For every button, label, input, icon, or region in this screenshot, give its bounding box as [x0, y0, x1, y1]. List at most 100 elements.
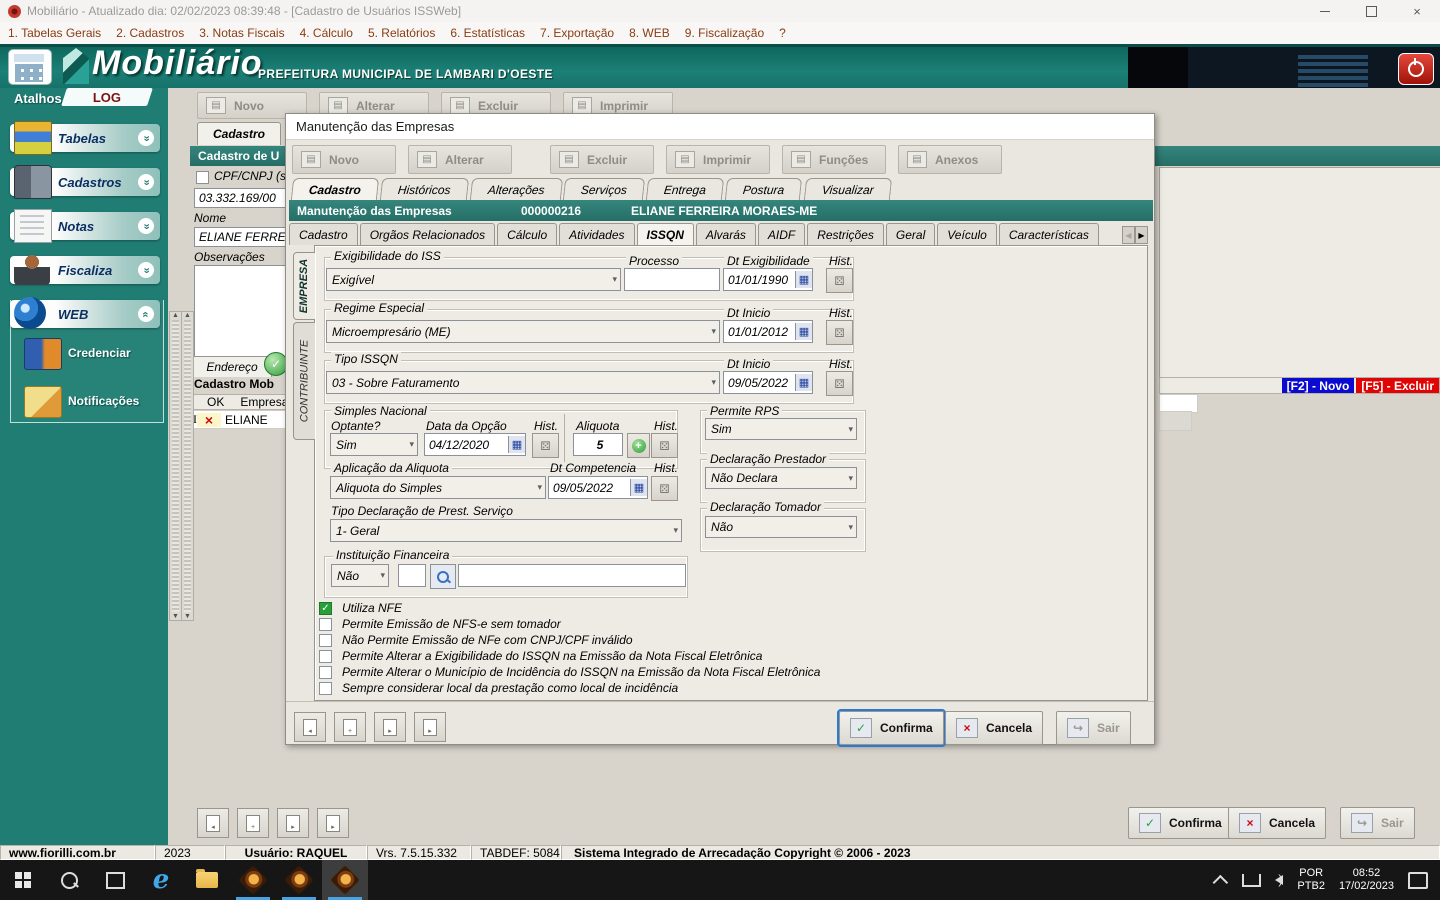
speaker-icon[interactable]	[1275, 872, 1284, 887]
outer-tab[interactable]: Postura	[725, 178, 803, 200]
sidebar-group-button[interactable]: Fiscaliza »	[10, 253, 160, 285]
calendar-icon[interactable]: ▦	[795, 271, 812, 288]
hist-button-5[interactable]: ⚄	[651, 433, 678, 458]
inner-tab[interactable]: ISSQN	[636, 223, 694, 245]
hist-button-3[interactable]: ⚄	[826, 371, 853, 396]
inner-tab[interactable]: Alvarás	[695, 223, 756, 245]
clock[interactable]: 08:52 17/02/2023	[1339, 867, 1394, 893]
menu-item[interactable]: 4. Cálculo	[300, 26, 353, 40]
checkbox-icon[interactable]: ✓	[319, 617, 332, 631]
option-checkbox-row[interactable]: ✓ Sempre considerar local da prestação c…	[319, 680, 820, 696]
checkbox-icon[interactable]: ✓	[319, 681, 332, 695]
nav-first-button[interactable]: ◂	[294, 712, 326, 742]
inner-tab[interactable]: Atividades	[559, 223, 635, 245]
decl-prestador-select[interactable]: Não Declara ▾	[705, 467, 857, 489]
language-indicator[interactable]: POR PTB2	[1297, 867, 1325, 893]
nav-next-button[interactable]: ▸	[374, 712, 406, 742]
checkbox-icon[interactable]: ✓	[319, 649, 332, 663]
calendar-icon[interactable]: ▦	[508, 436, 525, 453]
hist-button-4[interactable]: ⚄	[532, 433, 559, 458]
inst-fin-select[interactable]: Não ▾	[331, 564, 389, 587]
menu-item[interactable]: ?	[779, 26, 786, 40]
hist-button-1[interactable]: ⚄	[826, 268, 853, 293]
regime-dt-field[interactable]: 01/01/2012 ▦	[723, 320, 813, 343]
dialog-cancela-button[interactable]: × Cancela	[945, 711, 1044, 745]
observacoes-field[interactable]	[194, 265, 294, 357]
nav-last-button[interactable]: ▸	[414, 712, 446, 742]
decl-tomador-select[interactable]: Não ▾	[705, 516, 857, 538]
endereco-tab[interactable]: Endereço	[192, 356, 272, 377]
processo-field[interactable]	[624, 268, 720, 291]
sidebar-group-web-button[interactable]: WEB »	[10, 297, 160, 329]
outer-tab[interactable]: Serviços	[563, 178, 646, 200]
inst-fin-name-field[interactable]	[458, 564, 686, 587]
calendar-icon[interactable]: ▦	[630, 479, 647, 496]
start-button[interactable]	[0, 860, 46, 900]
option-checkbox-row[interactable]: ✓ Permite Alterar a Exigibilidade do ISS…	[319, 648, 820, 664]
tray-chevron-up-icon[interactable]	[1213, 874, 1229, 890]
menu-item[interactable]: 8. WEB	[629, 26, 670, 40]
dt-exigibilidade-field[interactable]: 01/01/1990 ▦	[723, 268, 813, 291]
chevron-up-icon[interactable]: »	[138, 306, 154, 322]
regime-select[interactable]: Microempresário (ME) ▾	[326, 320, 720, 343]
back-confirma-button[interactable]: ✓ Confirma	[1128, 807, 1233, 839]
inner-tab[interactable]: Restrições	[807, 223, 884, 245]
sidebar-group-button[interactable]: Cadastros »	[10, 165, 160, 199]
tab-scroll-left-icon[interactable]: ◀	[1122, 226, 1135, 244]
checkbox-icon[interactable]: ✓	[319, 601, 332, 615]
dialog-confirma-button[interactable]: ✓ Confirma	[837, 709, 946, 747]
tipo-decl-select[interactable]: 1- Geral ▾	[330, 519, 682, 542]
checkbox-icon[interactable]: ✓	[319, 633, 332, 647]
side-tab-empresa[interactable]: EMPRESA	[293, 252, 315, 320]
web-item[interactable]: Credenciar	[24, 338, 160, 370]
menu-item[interactable]: 6. Estatísticas	[450, 26, 525, 40]
inner-tab[interactable]: Cálculo	[497, 223, 558, 245]
outer-tab[interactable]: Cadastro	[290, 178, 380, 200]
web-item[interactable]: Notificações	[24, 386, 160, 418]
side-tab-contribuinte[interactable]: CONTRIBUINTE	[293, 322, 315, 440]
fiorilli-app-button-2[interactable]	[276, 860, 322, 900]
dialog-toolbar-button[interactable]: ▤ Alterar	[408, 145, 512, 174]
option-checkbox-row[interactable]: ✓ Permite Alterar o Município de Incidên…	[319, 664, 820, 680]
inner-tab[interactable]: Geral	[885, 223, 936, 245]
outer-tab[interactable]: Entrega	[646, 178, 725, 200]
fiorilli-app-button-1[interactable]	[230, 860, 276, 900]
network-icon[interactable]	[1242, 873, 1262, 887]
taskbar-search-button[interactable]	[46, 860, 92, 900]
calendar-icon[interactable]: ▦	[795, 374, 812, 391]
chevron-down-icon[interactable]: »	[138, 218, 154, 234]
grid-data-row[interactable]: I × ELIANE	[192, 410, 288, 429]
notification-center-icon[interactable]	[1408, 871, 1428, 889]
outer-tab[interactable]: Históricos	[379, 178, 469, 200]
nav-prev-button[interactable]: +	[334, 712, 366, 742]
aplicacao-select[interactable]: Aliquota do Simples ▾	[330, 476, 546, 499]
chevron-down-icon[interactable]: »	[138, 130, 154, 146]
menu-item[interactable]: 1. Tabelas Gerais	[8, 26, 101, 40]
data-opcao-field[interactable]: 04/12/2020 ▦	[424, 433, 526, 456]
dialog-toolbar-button[interactable]: ▤ Excluir	[550, 145, 654, 174]
tipo-issqn-select[interactable]: 03 - Sobre Faturamento ▾	[326, 371, 720, 394]
optante-select[interactable]: Sim ▾	[330, 433, 418, 456]
nav-first-button[interactable]: ◂	[197, 808, 229, 838]
chevron-down-icon[interactable]: »	[138, 262, 154, 278]
close-button[interactable]: ×	[1394, 0, 1440, 22]
option-checkbox-row[interactable]: ✓ Permite Emissão de NFS-e sem tomador	[319, 616, 820, 632]
menu-item[interactable]: 2. Cadastros	[116, 26, 184, 40]
task-view-button[interactable]	[92, 860, 138, 900]
tab-scroll-right-icon[interactable]: ▶	[1135, 226, 1148, 244]
outer-tab[interactable]: Alterações	[469, 178, 563, 200]
option-checkbox-row[interactable]: ✓ Não Permite Emissão de NFe com CNPJ/CP…	[319, 632, 820, 648]
power-button[interactable]	[1398, 53, 1434, 85]
hist-button-6[interactable]: ⚄	[651, 476, 678, 501]
inner-tab[interactable]: Características	[998, 223, 1099, 245]
back-sair-button[interactable]: ↪ Sair	[1340, 807, 1415, 839]
permite-rps-select[interactable]: Sim ▾	[705, 418, 857, 440]
outer-tab[interactable]: Visualizar	[803, 178, 892, 200]
minimize-button[interactable]	[1302, 0, 1348, 22]
aliquota-field[interactable]: 5	[573, 433, 623, 456]
checkbox-icon[interactable]: ✓	[319, 665, 332, 679]
back-cancela-button[interactable]: × Cancela	[1228, 807, 1327, 839]
inner-tab[interactable]: AIDF	[757, 223, 806, 245]
left-scrollbar-2[interactable]: ▲ ▼	[181, 311, 194, 621]
log-tab[interactable]: LOG	[61, 88, 153, 106]
